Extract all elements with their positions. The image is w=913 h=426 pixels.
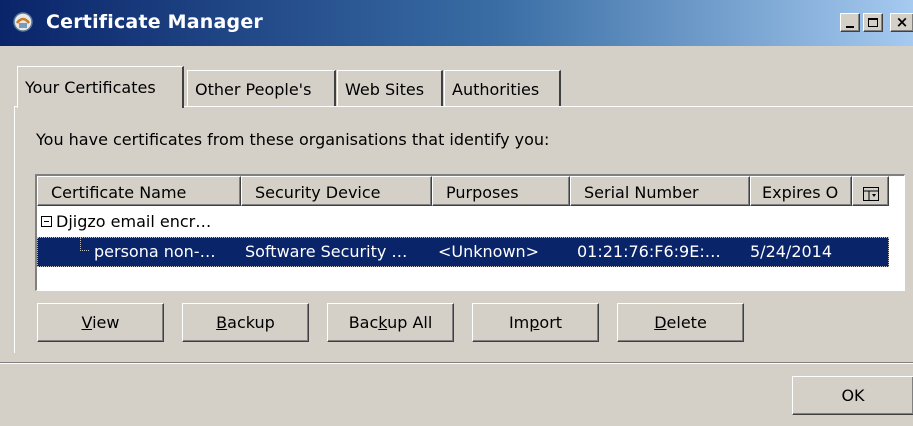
certificate-manager-app-icon (12, 11, 34, 33)
title-bar[interactable]: Certificate Manager × (0, 0, 913, 46)
tab-web-sites[interactable]: Web Sites (337, 70, 443, 106)
ok-button[interactable]: OK (792, 376, 913, 415)
close-icon: × (895, 13, 909, 31)
tab-your-certificates[interactable]: Your Certificates (17, 66, 184, 108)
ok-label: OK (841, 386, 865, 405)
window-title: Certificate Manager (46, 11, 263, 33)
tab-other-peoples[interactable]: Other People's (187, 70, 336, 106)
close-button[interactable]: × (890, 13, 913, 32)
separator-highlight (0, 363, 913, 364)
active-tab-joiner (18, 104, 181, 108)
maximize-button[interactable] (863, 13, 883, 32)
minimize-icon (846, 25, 854, 28)
tab-panel (14, 106, 913, 353)
maximize-icon (868, 18, 878, 27)
minimize-button[interactable] (840, 13, 860, 32)
tab-authorities[interactable]: Authorities (444, 70, 561, 106)
